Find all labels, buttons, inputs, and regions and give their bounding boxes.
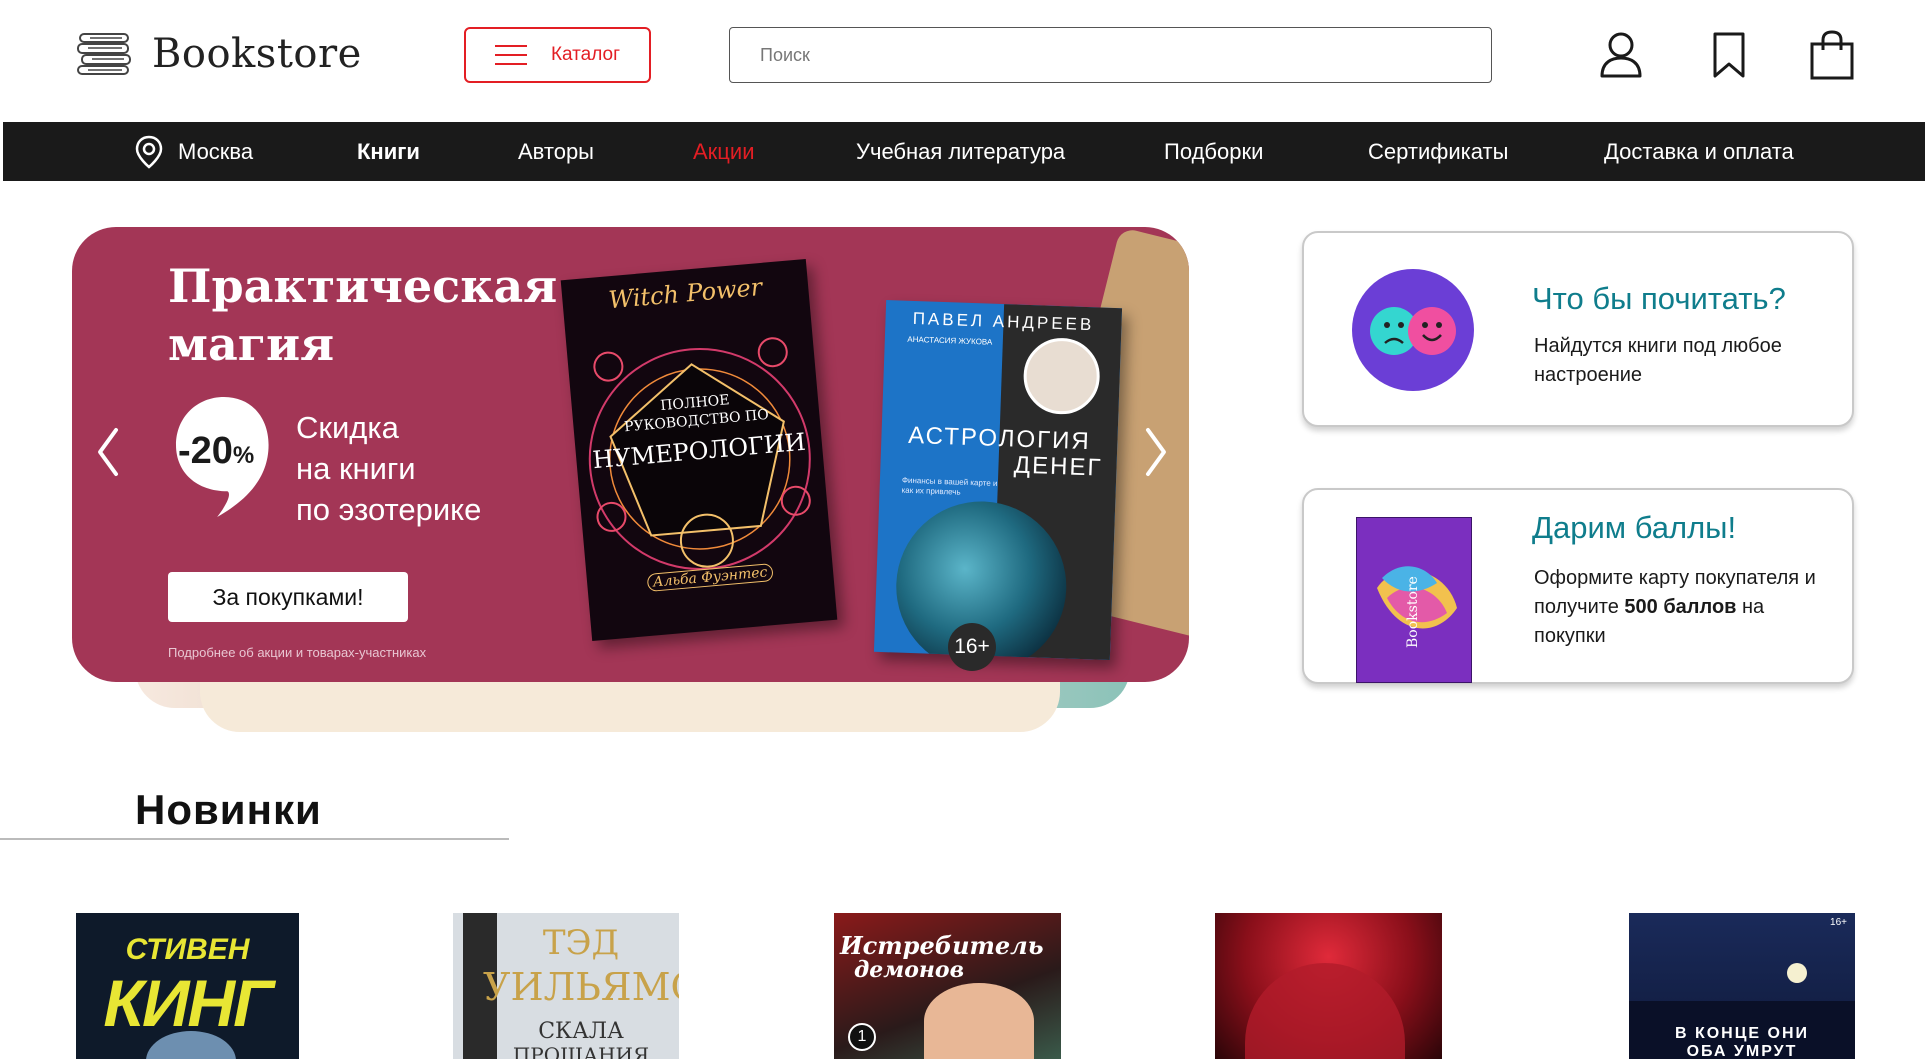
menu-icon (494, 45, 527, 65)
loyalty-card-image: Bookstore (1356, 517, 1472, 683)
book3-cover-title-1: Истребитель (840, 931, 1044, 960)
book-card-1[interactable]: СТИВЕН КИНГ (76, 913, 299, 1059)
carousel-next-slide-preview-2 (200, 680, 1060, 732)
nav-item-certificates[interactable]: Сертификаты (1368, 122, 1508, 181)
logo[interactable]: Bookstore (76, 28, 362, 80)
section-divider (0, 838, 509, 840)
book2-cover-title-2: ПРОЩАНИЯ (512, 1043, 650, 1059)
city-selector[interactable]: Москва (134, 122, 253, 181)
search-input[interactable] (729, 27, 1492, 83)
character-illustration (924, 983, 1034, 1059)
sale-line-1: Скидка (296, 410, 399, 445)
book2-coauthor: АНАСТАСИЯ ЖУКОВА (907, 334, 993, 347)
sale-description: Скидка на книги по эзотерике (296, 407, 481, 530)
book1-cover-author-last: КИНГ (103, 966, 273, 1040)
user-icon[interactable] (1598, 30, 1644, 80)
book2-tagline: Финансы в вашей карте и как их привлечь (901, 475, 998, 497)
shopping-bag-icon[interactable] (1809, 30, 1855, 80)
main-nav: Москва Книги Авторы Акции Учебная литера… (3, 122, 1925, 181)
nav-item-collections[interactable]: Подборки (1164, 122, 1263, 181)
shop-now-button[interactable]: За покупками! (168, 572, 408, 622)
nav-item-books[interactable]: Книги (357, 122, 420, 181)
book2-cover-author-first: ТЭД (542, 923, 620, 963)
mood-circle (1352, 269, 1474, 391)
mood-card-text: Найдутся книги под любое настроение (1534, 335, 1782, 386)
banner-title: Практическая магия (168, 257, 557, 373)
nav-item-educational[interactable]: Учебная литература (856, 122, 1065, 181)
promo-banner[interactable]: Практическая магия -20% Скидка на книги … (72, 227, 1189, 682)
location-pin-icon (135, 135, 163, 169)
site-header: Bookstore Каталог (0, 0, 1925, 122)
books-stack-icon (77, 33, 131, 75)
sale-line-3: по эзотерике (296, 492, 482, 527)
nav-item-authors[interactable]: Авторы (518, 122, 594, 181)
age-rating-badge: 16+ (948, 623, 996, 671)
discount-number: -20 (178, 430, 233, 472)
city-label: Москва (178, 139, 254, 164)
banner-title-line2: магия (168, 317, 335, 371)
logo-text: Bookstore (152, 31, 362, 77)
book-cover-numerology: Witch Power ПОЛНОЕ РУКОВОДСТВО ПО НУМЕРО… (560, 258, 838, 642)
book-card-3[interactable]: Истребитель демонов 1 (834, 913, 1061, 1059)
volume-badge: 1 (848, 1023, 876, 1051)
bonus-points-card[interactable]: Bookstore Дарим баллы! Оформите карту по… (1302, 488, 1854, 684)
bonus-card-title: Дарим баллы! (1532, 510, 1737, 545)
book-card-2[interactable]: ТЭД УИЛЬЯМС СКАЛА ПРОЩАНИЯ (453, 913, 679, 1059)
sale-line-2: на книги (296, 451, 416, 486)
mood-faces-icon (1370, 307, 1456, 355)
mood-books-card[interactable]: Что бы почитать? Найдутся книги под любо… (1302, 231, 1854, 427)
banner-title-line1: Практическая (168, 259, 558, 313)
chevron-left-icon[interactable] (92, 422, 122, 482)
promo-details-link[interactable]: Подробнее об акции и товарах-участниках (168, 645, 426, 660)
umbrella-illustration (1245, 963, 1405, 1059)
nav-item-promotions[interactable]: Акции (693, 122, 754, 181)
mood-card-title: Что бы почитать? (1532, 281, 1786, 316)
bonus-card-text: Оформите карту покупателя и получите 500… (1534, 564, 1834, 651)
nav-item-delivery[interactable]: Доставка и оплата (1604, 122, 1794, 181)
book5-cover-title-1: В КОНЦЕ ОНИ (1674, 1025, 1810, 1042)
book2-cover-title-1: СКАЛА (538, 1019, 624, 1044)
moon-icon (1787, 963, 1807, 983)
book2-title: АСТРОЛОГИЯ ДЕНЕГ (880, 422, 1118, 482)
book2-cover-author-last: УИЛЬЯМС (483, 965, 679, 1009)
age-rating-badge-2: 16+ (1830, 917, 1847, 928)
book-card-5[interactable]: 16+ В КОНЦЕ ОНИ ОБА УМРУТ (1629, 913, 1855, 1059)
book3-cover-title-2: демонов (854, 957, 965, 983)
loyalty-card-art: Bookstore (1377, 566, 1457, 648)
book5-cover-title-2: ОБА УМРУТ (1686, 1043, 1798, 1059)
loyalty-card-label: Bookstore (1405, 576, 1421, 648)
book1-cover-author-first: СТИВЕН (125, 933, 250, 966)
chevron-right-icon[interactable] (1142, 422, 1172, 482)
new-releases-heading: Новинки (135, 786, 322, 833)
catalog-button[interactable]: Каталог (464, 27, 651, 83)
bookmark-icon[interactable] (1706, 30, 1752, 80)
discount-value: -20% (178, 430, 254, 473)
bonus-text-bold: 500 баллов (1624, 596, 1737, 618)
book-cover-astrology: ПАВЕЛ АНДРЕЕВ АНАСТАСИЯ ЖУКОВА АСТРОЛОГИ… (873, 299, 1123, 661)
book-card-4[interactable] (1215, 913, 1442, 1059)
discount-unit: % (232, 442, 255, 469)
catalog-label: Каталог (550, 44, 621, 65)
